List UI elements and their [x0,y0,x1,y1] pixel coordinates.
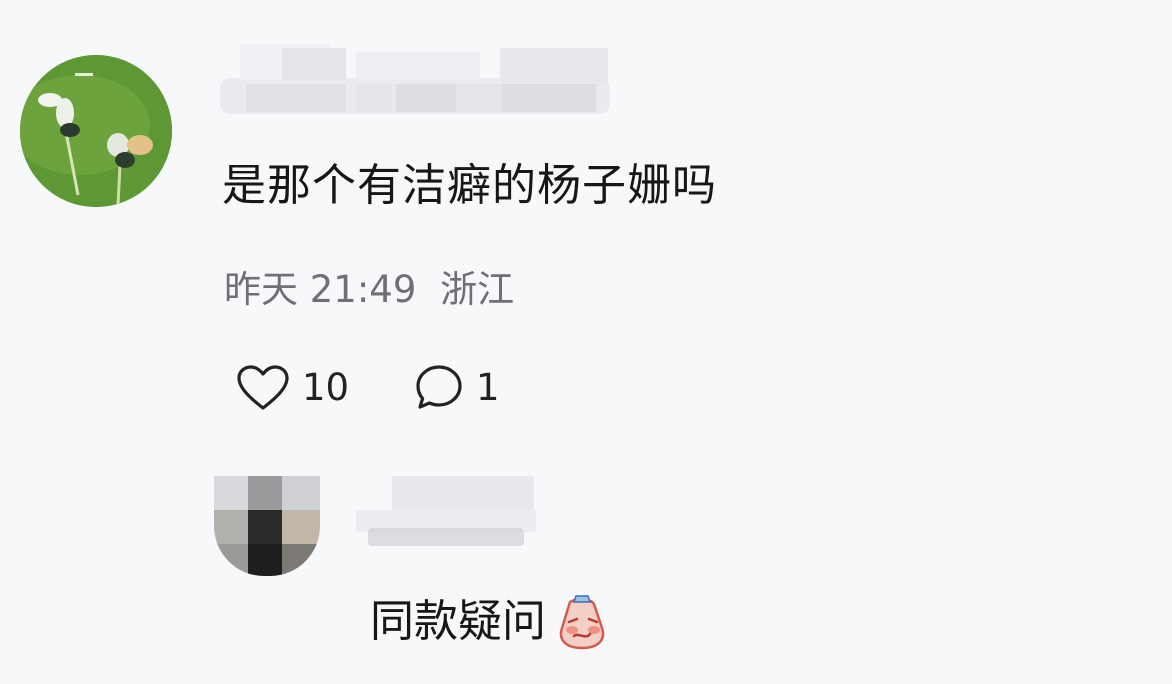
shy-face-emoji-icon [559,595,605,650]
reply-message: 同款疑问 [370,590,612,654]
commenter-avatar[interactable] [20,55,172,207]
commenter-name-censored[interactable] [220,44,610,116]
reply-button[interactable]: 1 [414,360,500,416]
comment-timestamp: 昨天 21:49 [224,268,417,311]
speech-bubble-icon [416,365,462,409]
replier-avatar-censored[interactable] [214,476,320,576]
like-button[interactable]: 10 [236,360,349,416]
comment-meta: 昨天 21:49 浙江 [224,262,514,318]
reply-count: 1 [476,366,500,409]
like-count: 10 [302,366,350,409]
reply-text: 同款疑问 [370,596,546,647]
avatar-image [20,55,172,207]
replier-name-censored[interactable] [356,476,536,546]
heart-outline-icon [237,365,289,410]
comment-location: 浙江 [440,268,515,311]
comment-text: 是那个有洁癖的杨子姗吗 [222,160,717,211]
